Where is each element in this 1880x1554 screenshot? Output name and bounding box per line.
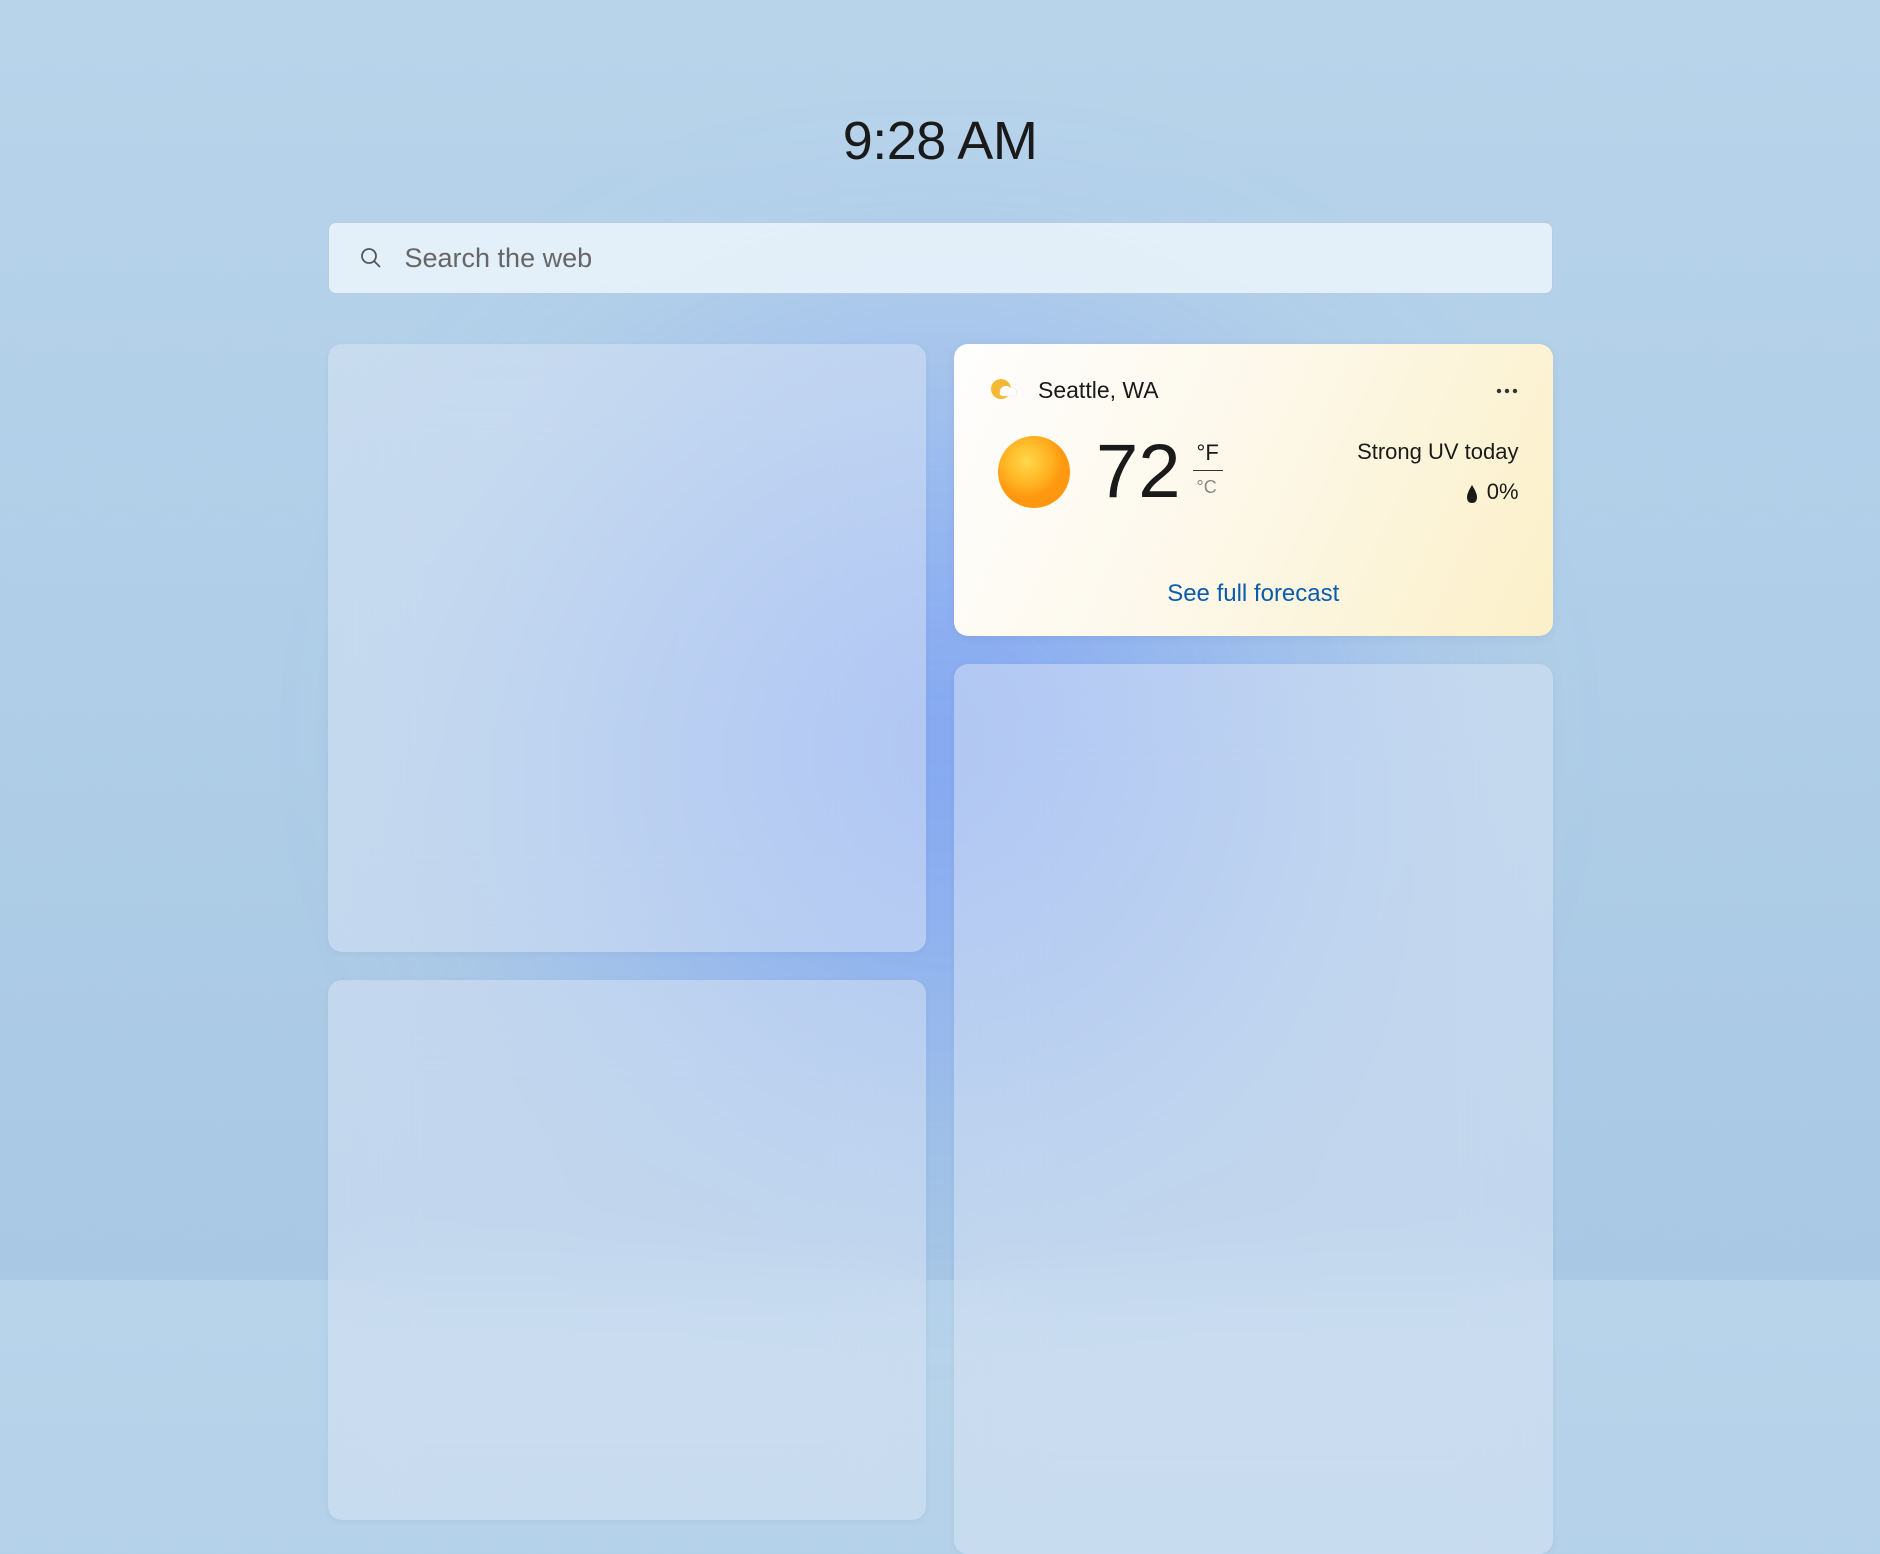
unit-celsius-toggle[interactable]: °C xyxy=(1193,473,1221,498)
sun-icon xyxy=(996,434,1072,510)
widget-placeholder-bottom-left[interactable] xyxy=(328,980,927,1520)
search-input[interactable] xyxy=(405,243,1522,274)
search-icon xyxy=(359,246,383,270)
widget-placeholder-bottom-right[interactable] xyxy=(954,664,1553,1554)
full-forecast-link[interactable]: See full forecast xyxy=(988,580,1519,608)
widget-placeholder-top-left[interactable] xyxy=(328,344,927,952)
weather-location: Seattle, WA xyxy=(1038,377,1159,404)
water-drop-icon xyxy=(1465,483,1479,501)
weather-app-icon xyxy=(988,374,1020,406)
precipitation-display: 0% xyxy=(1465,479,1519,505)
more-options-icon xyxy=(1495,388,1519,394)
temperature-value: 72 xyxy=(1096,434,1181,510)
clock-display: 9:28 AM xyxy=(328,110,1553,172)
unit-fahrenheit-toggle[interactable]: °F xyxy=(1193,440,1223,471)
precipitation-value: 0% xyxy=(1487,479,1519,505)
uv-warning-text: Strong UV today xyxy=(1357,439,1518,465)
search-bar[interactable] xyxy=(328,222,1553,294)
weather-widget[interactable]: Seattle, WA xyxy=(954,344,1553,636)
more-options-button[interactable] xyxy=(1491,377,1519,403)
widgets-board: 9:28 AM xyxy=(328,0,1553,1554)
